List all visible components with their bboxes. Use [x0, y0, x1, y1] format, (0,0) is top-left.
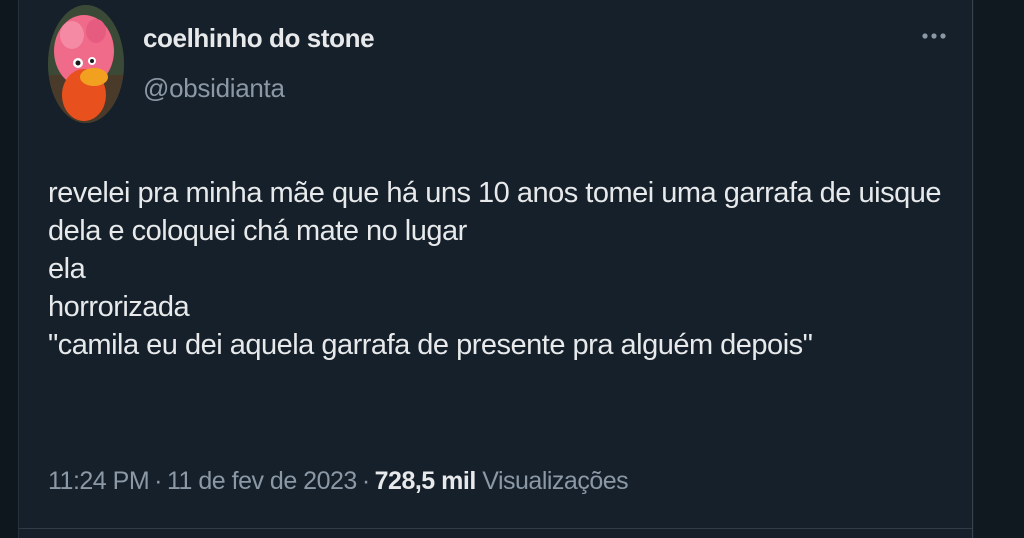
tweet-text-line: ela — [48, 253, 86, 285]
tweet-text-line: horrorizada — [48, 291, 190, 323]
tweet-meta: 11:24 PM · 11 de fev de 2023 · 728,5 mil Vis… — [48, 465, 629, 497]
right-divider — [972, 0, 973, 538]
right-margin — [974, 0, 1024, 538]
meta-separator: · — [154, 467, 162, 495]
tweet-text: revelei pra minha mãe que há uns 10 anos… — [48, 174, 948, 364]
bottom-divider — [19, 528, 972, 529]
views-label: Visualizações — [482, 467, 629, 495]
meta-separator: · — [361, 467, 370, 495]
tweet-text-line: "camila eu dei aquela garrafa de present… — [48, 329, 813, 361]
author-handle[interactable]: @obsidianta — [143, 72, 285, 104]
more-options-button[interactable] — [919, 24, 949, 48]
avatar-image — [48, 5, 124, 123]
tweet-date[interactable]: 11 de fev de 2023 — [167, 467, 357, 495]
author-display-name[interactable]: coelhinho do stone — [143, 22, 375, 54]
left-margin — [0, 0, 18, 538]
tweet-text-line: dela e coloquei chá mate no lugar — [48, 215, 467, 247]
tweet-card: coelhinho do stone @obsidianta revelei p… — [19, 0, 972, 538]
avatar[interactable] — [48, 5, 124, 123]
screenshot-frame: coelhinho do stone @obsidianta revelei p… — [0, 0, 1024, 538]
more-horizontal-icon — [922, 33, 946, 39]
tweet-time[interactable]: 11:24 PM — [48, 467, 150, 495]
tweet-text-line: revelei pra minha mãe que há uns 10 anos… — [48, 177, 941, 209]
views-count[interactable]: 728,5 mil — [375, 467, 477, 495]
